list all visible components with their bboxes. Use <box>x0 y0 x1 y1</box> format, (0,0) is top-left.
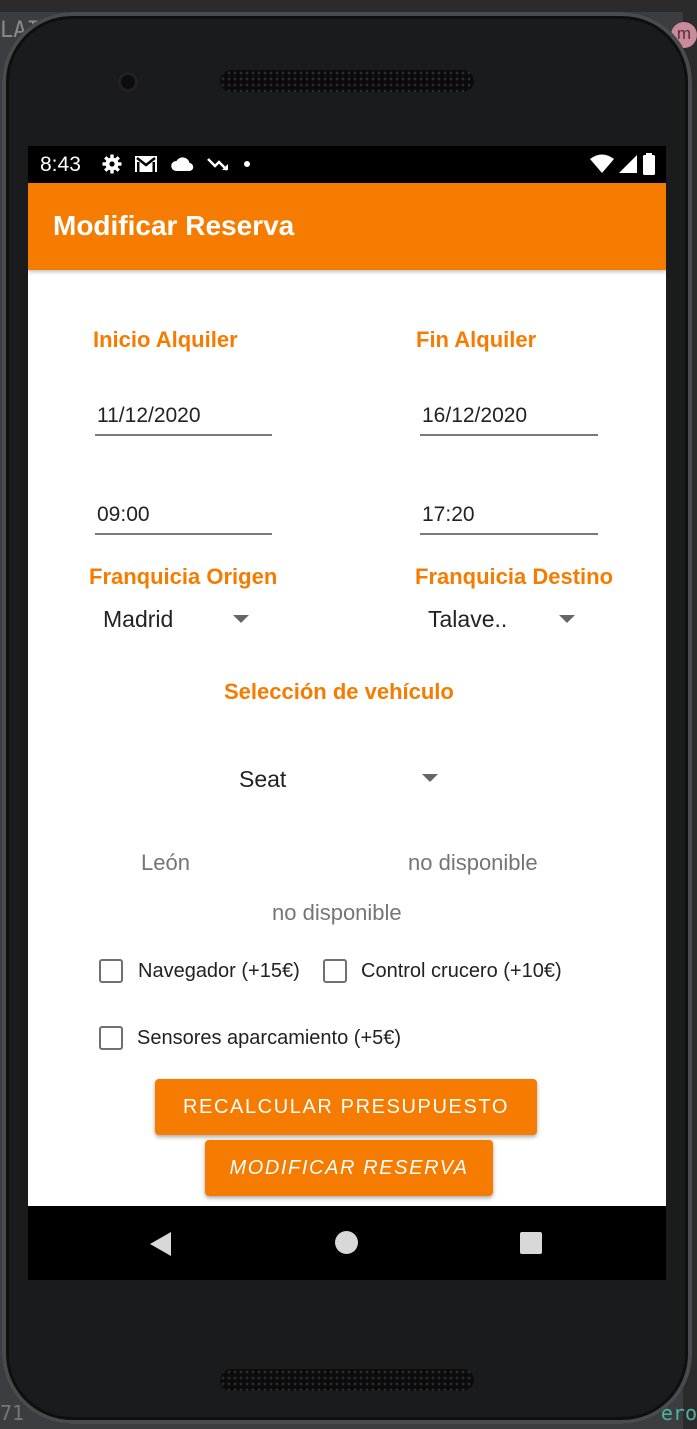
signal-icon <box>619 155 637 173</box>
marca-value: Seat <box>239 766 287 792</box>
app-bar: Modificar Reserva <box>28 183 666 270</box>
disponibilidad-text: no disponible <box>408 850 538 875</box>
franquicia-origen-spinner[interactable]: Madrid <box>98 598 258 638</box>
front-camera <box>118 72 138 92</box>
franquicia-origen-value: Madrid <box>103 606 174 632</box>
ide-background-top <box>0 0 697 12</box>
back-icon[interactable] <box>150 1232 171 1256</box>
navegador-checkbox[interactable] <box>99 959 123 983</box>
control-crucero-label: Control crucero (+10€) <box>361 960 562 982</box>
ide-background-text-bottom: 71 <box>0 1401 25 1425</box>
chevron-down-icon <box>559 615 575 623</box>
inicio-hora-field[interactable]: 09:00 <box>95 503 272 535</box>
inicio-alquiler-label: Inicio Alquiler <box>93 327 238 352</box>
home-icon[interactable] <box>335 1231 358 1254</box>
status-bar: 8:43 <box>28 146 666 183</box>
system-icons <box>590 152 656 176</box>
battery-icon <box>643 153 655 175</box>
fin-fecha-field[interactable]: 16/12/2020 <box>420 404 598 436</box>
control-crucero-checkbox-row[interactable]: Control crucero (+10€) <box>322 958 592 988</box>
device-screen: 8:43 Modificar Reserva Inicio Alquiler F… <box>28 146 666 1280</box>
sensores-aparcamiento-checkbox[interactable] <box>99 1026 123 1050</box>
recent-apps-icon[interactable] <box>520 1232 542 1254</box>
disponibilidad-text-2: no disponible <box>272 900 402 925</box>
page-title: Modificar Reserva <box>53 210 295 241</box>
recalcular-presupuesto-button[interactable]: RECALCULAR PRESUPUESTO <box>155 1079 537 1135</box>
modificar-reserva-button[interactable]: MODIFICAR RESERVA <box>205 1140 493 1196</box>
control-crucero-checkbox[interactable] <box>323 959 347 983</box>
seleccion-vehiculo-label: Selección de vehículo <box>224 679 454 704</box>
cloud-icon <box>171 157 194 172</box>
notification-icons <box>102 152 252 176</box>
navigation-bar <box>28 1206 666 1280</box>
fin-alquiler-label: Fin Alquiler <box>416 327 537 352</box>
bottom-speaker <box>220 1369 474 1391</box>
top-speaker <box>220 70 474 92</box>
sensores-aparcamiento-label: Sensores aparcamiento (+5€) <box>137 1027 402 1049</box>
franquicia-destino-value: Talave.. <box>428 606 508 632</box>
inicio-fecha-field[interactable]: 11/12/2020 <box>95 404 272 436</box>
wifi-icon <box>590 154 614 173</box>
chevron-down-icon <box>233 615 249 623</box>
gmail-icon <box>135 156 157 172</box>
chevron-down-icon <box>422 774 438 782</box>
dot-icon <box>244 161 250 167</box>
status-time: 8:43 <box>40 153 81 176</box>
franquicia-destino-spinner[interactable]: Talave.. <box>423 598 583 638</box>
navegador-checkbox-row[interactable]: Navegador (+15€) <box>98 958 318 988</box>
marca-spinner[interactable]: Seat <box>233 758 448 798</box>
sensores-checkbox-row[interactable]: Sensores aparcamiento (+5€) <box>98 1025 438 1055</box>
franquicia-destino-label: Franquicia Destino <box>415 564 614 589</box>
navegador-label: Navegador (+15€) <box>138 960 300 982</box>
fin-hora-field[interactable]: 17:20 <box>420 503 598 535</box>
franquicia-origen-label: Franquicia Origen <box>89 564 278 589</box>
trending-down-icon <box>207 158 228 171</box>
gear-icon <box>102 154 122 174</box>
modelo-text: León <box>141 850 190 875</box>
